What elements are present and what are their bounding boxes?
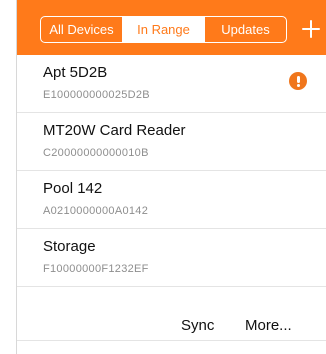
app-frame: All Devices In Range Updates Apt 5D2B E1… [16, 0, 326, 354]
device-list: Apt 5D2B E100000000025D2B MT20W Card Rea… [17, 55, 326, 287]
device-row-mt20w-card-reader[interactable]: MT20W Card Reader C20000000000010B [17, 113, 326, 171]
device-name: Storage [43, 238, 96, 255]
plus-icon [302, 20, 320, 38]
sync-button[interactable]: Sync [181, 317, 214, 334]
segment-in-range[interactable]: In Range [122, 17, 204, 42]
segment-updates[interactable]: Updates [204, 17, 286, 42]
device-serial: F10000000F1232EF [43, 263, 149, 275]
device-name: Pool 142 [43, 180, 103, 197]
segment-all-devices[interactable]: All Devices [41, 17, 122, 42]
device-serial: C20000000000010B [43, 147, 149, 159]
add-device-button[interactable] [300, 14, 322, 44]
device-name: Apt 5D2B [43, 64, 108, 81]
device-filter-segmented-control: All Devices In Range Updates [40, 16, 287, 43]
device-row-pool-142[interactable]: Pool 142 A0210000000A0142 [17, 171, 326, 229]
exclamation-circle-icon[interactable] [289, 72, 307, 90]
device-serial: E100000000025D2B [43, 89, 150, 101]
device-row-apt-5d2b[interactable]: Apt 5D2B E100000000025D2B [17, 55, 326, 113]
device-name: MT20W Card Reader [43, 122, 186, 139]
device-row-storage[interactable]: Storage F10000000F1232EF [17, 229, 326, 287]
more-button[interactable]: More... [245, 317, 292, 334]
bottom-toolbar: Sync More... [17, 313, 326, 341]
top-bar: All Devices In Range Updates [17, 0, 326, 55]
device-serial: A0210000000A0142 [43, 205, 149, 217]
